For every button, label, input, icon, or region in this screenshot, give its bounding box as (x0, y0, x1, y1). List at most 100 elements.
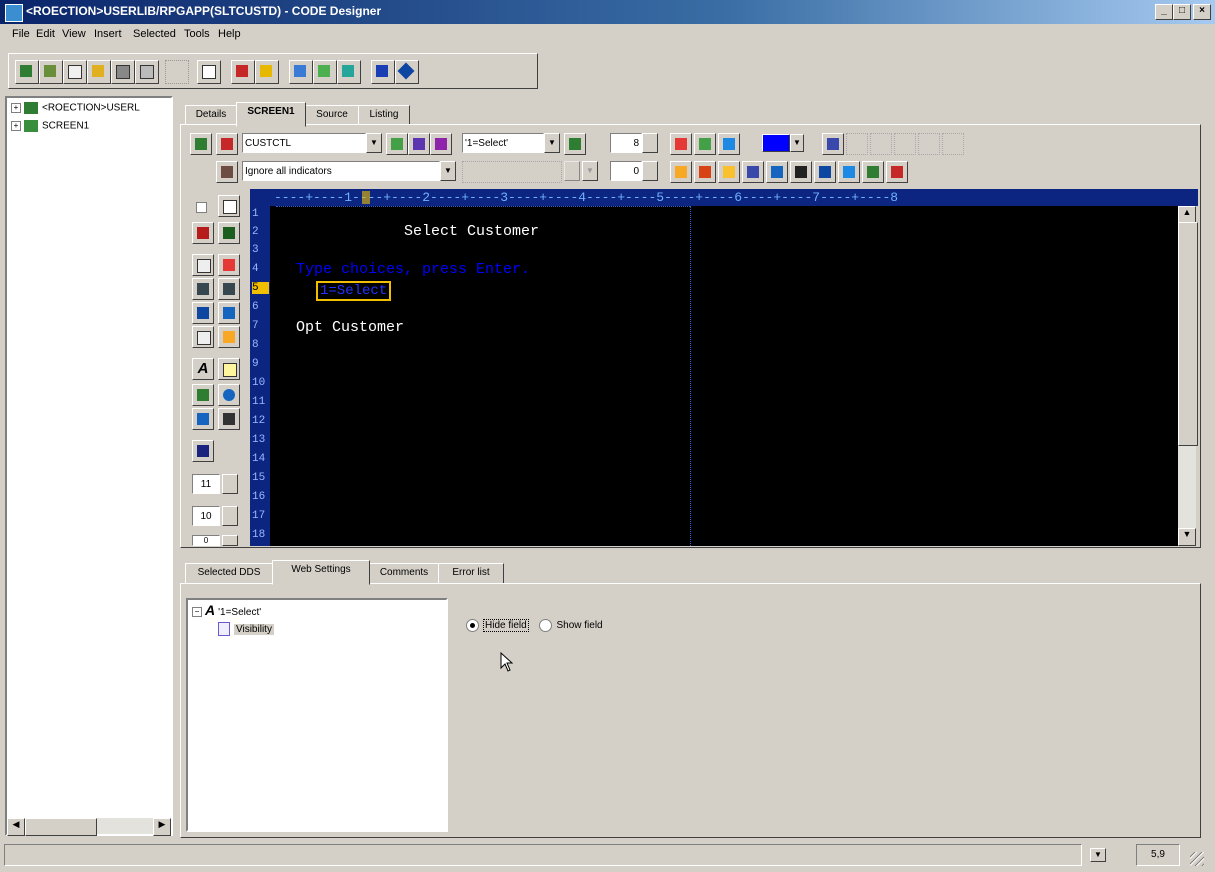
tree-item-visibility[interactable]: Visibility (218, 622, 274, 636)
hide-field-label[interactable]: Hide field (483, 619, 529, 633)
keyword-icon-3[interactable] (718, 161, 740, 183)
expand-icon[interactable]: + (11, 103, 21, 113)
scroll-down-icon[interactable]: ▼ (1178, 528, 1196, 546)
show-field-radio[interactable] (539, 619, 553, 632)
edit-red-icon[interactable] (231, 60, 255, 84)
tool-5-icon[interactable] (192, 278, 214, 300)
menu-edit[interactable]: Edit (36, 28, 55, 40)
indicator-icon[interactable] (216, 161, 238, 183)
tool-8-icon[interactable] (218, 302, 240, 324)
third-stepper[interactable] (222, 535, 238, 546)
tool-9-icon[interactable] (192, 326, 214, 348)
row-input[interactable] (192, 474, 220, 494)
spin-decimal-stepper[interactable] (642, 161, 658, 181)
show-field-label[interactable]: Show field (556, 620, 602, 631)
attr-icon-1[interactable] (670, 133, 692, 155)
print-icon[interactable] (135, 60, 159, 84)
collapse-icon[interactable]: − (192, 607, 202, 618)
tool-12-icon[interactable] (218, 358, 240, 380)
text-tool-icon[interactable]: A (192, 358, 214, 380)
list-icon[interactable] (289, 60, 313, 84)
chevron-down-icon[interactable]: ▼ (790, 134, 804, 152)
tab-web-settings[interactable]: Web Settings (272, 560, 370, 585)
tool-16-icon[interactable] (218, 408, 240, 430)
attr-icon-2[interactable] (694, 133, 716, 155)
export-icon[interactable] (337, 60, 361, 84)
next-record-icon[interactable] (430, 133, 452, 155)
keyword-icon-10[interactable] (886, 161, 908, 183)
folder-icon[interactable] (87, 60, 111, 84)
tool-6-icon[interactable] (218, 278, 240, 300)
column-input[interactable] (192, 506, 220, 526)
menu-file[interactable]: File (12, 28, 30, 40)
screen-editor[interactable]: 1 2 3 4 5 6 7 8 9 10 11 12 13 14 15 16 1… (250, 206, 1178, 546)
keyword-icon-4[interactable] (742, 161, 764, 183)
select-area-icon[interactable] (165, 60, 189, 84)
clock-icon[interactable] (218, 384, 240, 406)
hide-field-radio[interactable] (466, 619, 479, 632)
field-select[interactable] (462, 133, 544, 153)
scroll-thumb[interactable] (25, 818, 97, 836)
record-edit-icon[interactable] (216, 133, 238, 155)
third-input[interactable] (192, 535, 220, 546)
chevron-down-icon[interactable]: ▼ (366, 133, 382, 153)
keyword-icon-1[interactable] (670, 161, 692, 183)
tab-screen1[interactable]: SCREEN1 (236, 102, 306, 127)
maximize-button[interactable]: □ (1173, 4, 1191, 20)
chevron-down-icon[interactable]: ▼ (544, 133, 560, 153)
preview-icon[interactable] (197, 60, 221, 84)
menu-selected[interactable]: Selected (133, 28, 176, 40)
tab-error-list[interactable]: Error list (438, 563, 504, 585)
scroll-left-icon[interactable]: ◀ (7, 818, 25, 836)
tree-item-roection[interactable]: + <ROECTION>USERL (11, 102, 140, 114)
scroll-right-icon[interactable]: ▶ (153, 818, 171, 836)
opt-customer-header[interactable]: Opt Customer (296, 319, 404, 336)
minimize-button[interactable]: _ (1155, 4, 1173, 20)
prev-record-icon[interactable] (408, 133, 430, 155)
menu-view[interactable]: View (62, 28, 86, 40)
keyword-icon-6[interactable] (790, 161, 812, 183)
scroll-thumb[interactable] (1178, 222, 1198, 446)
keyword-icon-2[interactable] (694, 161, 716, 183)
screen-title-text[interactable]: Select Customer (404, 223, 539, 240)
menu-help[interactable]: Help (218, 28, 241, 40)
keyword-icon-5[interactable] (766, 161, 788, 183)
attr-icon-3[interactable] (718, 133, 740, 155)
record-format-select[interactable] (242, 133, 366, 153)
keyword-icon-7[interactable] (814, 161, 836, 183)
selected-field-1-select[interactable]: 1=Select (316, 281, 392, 301)
edit-yellow-icon[interactable] (255, 60, 279, 84)
import-icon[interactable] (313, 60, 337, 84)
tree-hscrollbar[interactable]: ◀ ▶ (7, 818, 171, 836)
chevron-down-icon[interactable]: ▼ (1090, 848, 1106, 862)
indicators-select[interactable] (242, 161, 440, 181)
keyword-icon-8[interactable] (838, 161, 860, 183)
resize-grip-icon[interactable] (1190, 852, 1204, 866)
function-key-icon[interactable] (192, 440, 214, 462)
tree-item-screen1[interactable]: + SCREEN1 (11, 120, 89, 132)
tool-1-icon[interactable] (192, 222, 214, 244)
color-picker[interactable] (762, 134, 790, 152)
document-icon[interactable] (63, 60, 87, 84)
open-icon[interactable] (39, 60, 63, 84)
tab-selected-dds[interactable]: Selected DDS (185, 563, 273, 585)
new-icon[interactable] (15, 60, 39, 84)
tree-item-field[interactable]: − A '1=Select' (192, 602, 261, 618)
expand-icon[interactable]: + (11, 121, 21, 131)
instruction-text[interactable]: Type choices, press Enter. (296, 261, 530, 278)
menu-tools[interactable]: Tools (184, 28, 210, 40)
menu-insert[interactable]: Insert (94, 28, 122, 40)
tool-15-icon[interactable] (192, 408, 214, 430)
tool-7-icon[interactable] (192, 302, 214, 324)
chevron-down-icon[interactable]: ▼ (440, 161, 456, 181)
spin-length-stepper[interactable] (642, 133, 658, 153)
save-icon[interactable] (111, 60, 135, 84)
spin-length-input[interactable] (610, 133, 642, 153)
editor-vscrollbar[interactable]: ▲ ▼ (1178, 206, 1198, 546)
record-icon[interactable] (190, 133, 212, 155)
tab-comments[interactable]: Comments (369, 563, 439, 585)
palette-icon[interactable] (822, 133, 844, 155)
help-icon[interactable] (395, 60, 419, 84)
tool-10-icon[interactable] (218, 326, 240, 348)
tool-3-icon[interactable] (192, 254, 214, 276)
